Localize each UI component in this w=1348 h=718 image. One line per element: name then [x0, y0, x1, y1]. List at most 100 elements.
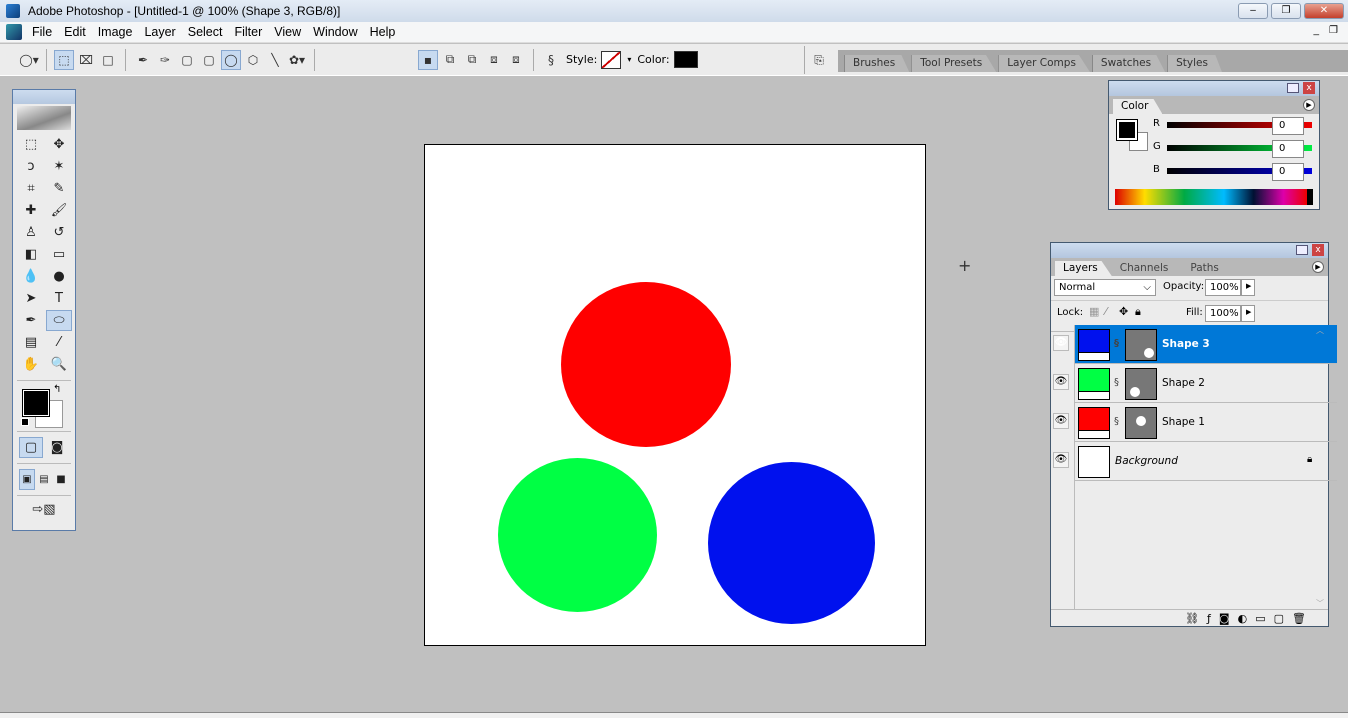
mask-link-icon[interactable]: §: [1114, 416, 1119, 427]
crop-tool-icon[interactable]: ⌗: [18, 178, 44, 199]
mask-link-icon[interactable]: §: [1114, 338, 1119, 349]
menu-edit[interactable]: Edit: [58, 25, 92, 39]
healing-brush-tool-icon[interactable]: ✚: [18, 200, 44, 221]
move-tool-icon[interactable]: ✥: [46, 134, 72, 155]
tab-tool-presets[interactable]: Tool Presets: [911, 55, 997, 72]
visibility-eye-icon[interactable]: 👁: [1053, 335, 1069, 351]
toolbox-header[interactable]: [13, 90, 75, 104]
menu-filter[interactable]: Filter: [228, 25, 268, 39]
app-icon[interactable]: [6, 24, 22, 40]
visibility-eye-icon[interactable]: 👁: [1053, 413, 1069, 429]
blend-mode-select[interactable]: Normal ⌵: [1054, 279, 1156, 296]
layer-row[interactable]: 👁 Background 🔒︎: [1053, 442, 1337, 481]
lock-transparent-icon[interactable]: ▦: [1089, 305, 1099, 318]
doc-minimize-button[interactable]: _: [1313, 25, 1319, 36]
history-brush-tool-icon[interactable]: ↺: [46, 222, 72, 243]
visibility-eye-icon[interactable]: 👁: [1053, 374, 1069, 390]
swap-colors-icon[interactable]: ↰: [53, 384, 61, 395]
layer-row[interactable]: 👁 § Shape 2: [1053, 364, 1337, 403]
intersect-shape-icon[interactable]: ⧈: [484, 50, 504, 70]
tab-layer-comps[interactable]: Layer Comps: [998, 55, 1090, 72]
tab-brushes[interactable]: Brushes: [844, 55, 910, 72]
create-new-shape-icon[interactable]: ▪: [418, 49, 438, 70]
ellipse-tool-icon[interactable]: ⬭: [46, 310, 72, 331]
blur-tool-icon[interactable]: 💧: [18, 266, 44, 287]
zoom-tool-icon[interactable]: 🔍: [46, 354, 72, 375]
dodge-tool-icon[interactable]: ●: [46, 266, 72, 287]
adjustment-layer-icon[interactable]: ◐: [1238, 612, 1248, 625]
tab-paths[interactable]: Paths: [1182, 261, 1233, 276]
polygon-tool-icon[interactable]: ⬡: [243, 50, 263, 70]
layer-row[interactable]: 👁 § Shape 3: [1053, 325, 1337, 364]
link-layers-icon[interactable]: ⛓: [1185, 612, 1199, 625]
minimize-button[interactable]: –: [1238, 3, 1268, 19]
tab-styles[interactable]: Styles: [1167, 55, 1222, 72]
fill-input[interactable]: 100%: [1205, 305, 1241, 322]
shape-1-red-circle[interactable]: [561, 282, 731, 447]
slice-tool-icon[interactable]: ✎: [46, 178, 72, 199]
lock-all-icon[interactable]: 🔒︎: [1135, 305, 1141, 319]
vector-mask-thumbnail[interactable]: [1125, 368, 1157, 400]
pen-tool-icon[interactable]: ✒: [18, 310, 44, 331]
menu-view[interactable]: View: [268, 25, 307, 39]
gradient-tool-icon[interactable]: ▭: [46, 244, 72, 265]
mask-link-icon[interactable]: §: [1114, 377, 1119, 388]
fill-arrow-icon[interactable]: ▶: [1241, 305, 1255, 322]
menu-image[interactable]: Image: [92, 25, 139, 39]
layers-scrollbar[interactable]: ︿ ﹀: [1314, 325, 1326, 609]
path-selection-tool-icon[interactable]: ➤: [18, 288, 44, 309]
lock-image-icon[interactable]: ⁄: [1105, 305, 1107, 318]
menu-file[interactable]: File: [26, 25, 58, 39]
vector-mask-thumbnail[interactable]: [1125, 329, 1157, 361]
rounded-rectangle-icon[interactable]: ▢: [199, 50, 219, 70]
pen-tool-icon[interactable]: ✒: [133, 50, 153, 70]
exclude-shape-icon[interactable]: ⧈: [506, 50, 526, 70]
lasso-tool-icon[interactable]: ↄ: [18, 156, 44, 177]
delete-layer-icon[interactable]: 🗑︎: [1292, 612, 1306, 625]
tab-color[interactable]: Color: [1113, 99, 1163, 114]
shape-layers-mode-icon[interactable]: ⬚: [54, 49, 74, 70]
tab-layers[interactable]: Layers: [1055, 261, 1112, 276]
foreground-color-swatch[interactable]: [22, 389, 50, 417]
shape-2-green-circle[interactable]: [498, 458, 657, 612]
menu-select[interactable]: Select: [182, 25, 229, 39]
menu-layer[interactable]: Layer: [138, 25, 181, 39]
eraser-tool-icon[interactable]: ◧: [18, 244, 44, 265]
layer-row[interactable]: 👁 § Shape 1: [1053, 403, 1337, 442]
color-swatch[interactable]: [673, 51, 698, 68]
feather-logo-icon[interactable]: [17, 106, 71, 130]
opacity-input[interactable]: 100%: [1205, 279, 1241, 296]
line-tool-icon[interactable]: ╲: [265, 50, 285, 70]
close-panel-button[interactable]: x: [1312, 244, 1324, 256]
doc-restore-button[interactable]: ❐: [1329, 25, 1338, 36]
clone-stamp-tool-icon[interactable]: ♙: [18, 222, 44, 243]
panel-menu-icon[interactable]: ▶: [1303, 99, 1315, 111]
custom-shape-icon[interactable]: ✿▾: [287, 50, 307, 70]
foreground-color-swatch[interactable]: [1116, 119, 1138, 141]
document-canvas[interactable]: [424, 144, 926, 646]
magic-wand-tool-icon[interactable]: ✶: [46, 156, 72, 177]
ellipse-tool-icon[interactable]: ◯: [221, 49, 241, 70]
paths-mode-icon[interactable]: ⌧: [76, 50, 96, 70]
layer-mask-icon[interactable]: ◙: [1219, 612, 1230, 625]
chevron-down-icon[interactable]: ▾: [627, 55, 631, 64]
tab-channels[interactable]: Channels: [1112, 261, 1183, 276]
fill-pixels-mode-icon[interactable]: □: [98, 50, 118, 70]
minimize-panel-button[interactable]: [1296, 245, 1308, 255]
default-colors-icon[interactable]: [21, 418, 29, 426]
close-button[interactable]: ✕: [1304, 3, 1344, 19]
freeform-pen-icon[interactable]: ✑: [155, 50, 175, 70]
g-value-input[interactable]: 0: [1272, 140, 1304, 158]
new-layer-icon[interactable]: ▢: [1274, 612, 1284, 625]
standard-mode-icon[interactable]: ▢: [19, 437, 43, 458]
tab-swatches[interactable]: Swatches: [1091, 55, 1166, 72]
rectangle-tool-icon[interactable]: ▢: [177, 50, 197, 70]
opacity-arrow-icon[interactable]: ▶: [1241, 279, 1255, 296]
type-tool-icon[interactable]: T: [46, 288, 72, 309]
layer-style-icon[interactable]: ƒ: [1207, 612, 1211, 625]
visibility-eye-icon[interactable]: 👁: [1053, 452, 1069, 468]
brush-tool-icon[interactable]: 🖌: [46, 200, 72, 221]
b-value-input[interactable]: 0: [1272, 163, 1304, 181]
menu-help[interactable]: Help: [364, 25, 402, 39]
new-group-icon[interactable]: ▭: [1255, 612, 1265, 625]
